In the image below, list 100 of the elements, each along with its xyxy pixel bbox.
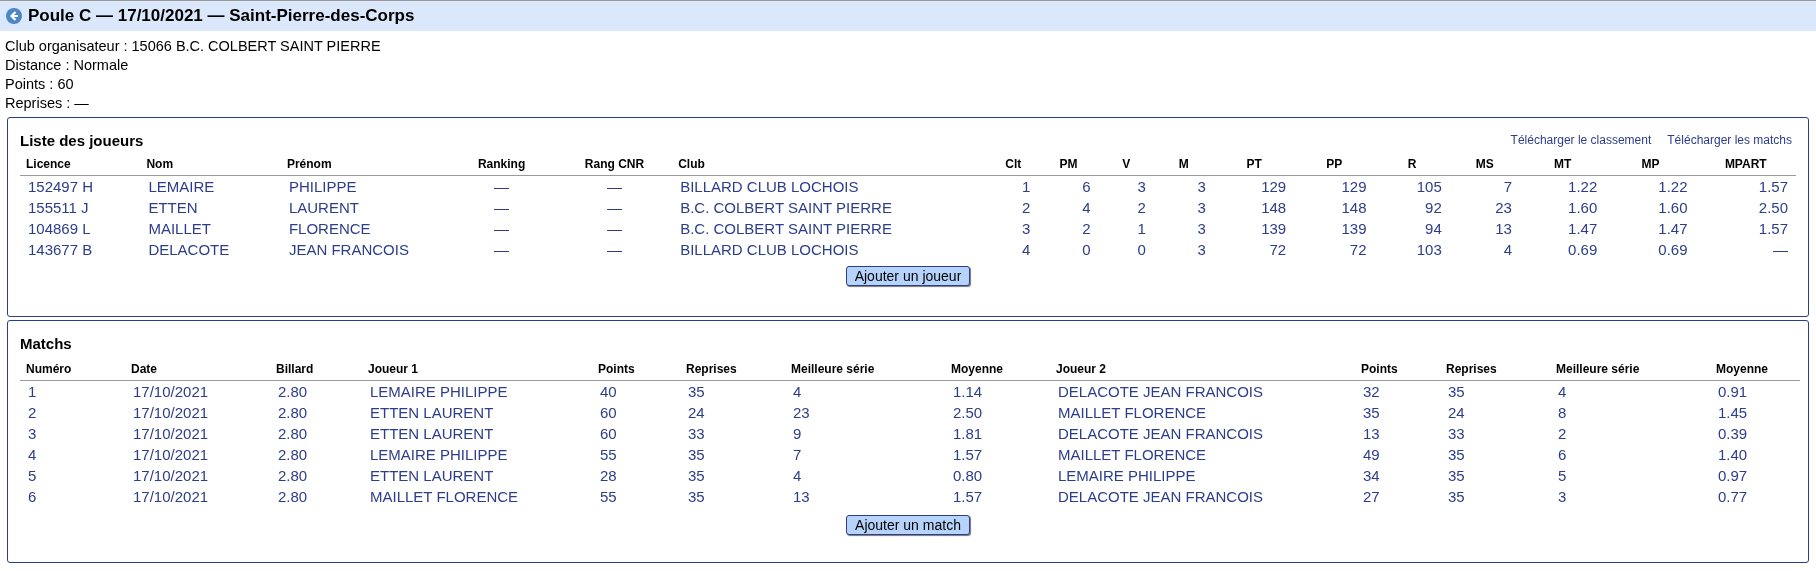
column-header: Points (1355, 359, 1440, 380)
table-cell-text: 2 (1136, 197, 1147, 218)
table-cell-text: 33 (687, 423, 706, 444)
table-cell-text: 2 (1557, 423, 1568, 444)
column-header: Moyenne (945, 359, 1050, 380)
column-header: Clt (988, 154, 1039, 175)
table-cell: 40 (592, 380, 680, 402)
add-button[interactable]: Ajouter un joueur (845, 265, 971, 286)
table-cell-text: 35 (687, 465, 706, 486)
table-cell-text: ETTEN LAURENT (369, 402, 495, 423)
column-header: PT (1213, 154, 1295, 175)
column-header: PP (1294, 154, 1375, 175)
column-header: Reprises (1440, 359, 1550, 380)
table-cell-text: 4 (1021, 239, 1032, 260)
table-cell-text: 1.57 (952, 444, 984, 465)
table-cell-text: 155511 J (27, 197, 90, 218)
table-cell: 129 (1294, 175, 1375, 197)
table-cell: 0.91 (1710, 380, 1800, 402)
table-cell-text: 60 (599, 423, 618, 444)
column-header: PM (1038, 154, 1099, 175)
table-cell-text: 5 (27, 465, 38, 486)
column-header: Nom (140, 154, 281, 175)
table-cell-text: 72 (1268, 239, 1288, 260)
table-cell-text: 33 (1447, 423, 1466, 444)
table-cell-text: 1.45 (1717, 402, 1749, 423)
table-cell-text: 9 (792, 423, 803, 444)
column-header: MP (1605, 154, 1696, 175)
table-cell-text: 143677 B (27, 239, 94, 260)
table-cell: 129 (1213, 175, 1295, 197)
table-cell-text: 4 (1502, 239, 1513, 260)
table-cell-text: — (493, 239, 511, 260)
table-cell-text: 1.40 (1717, 444, 1749, 465)
table-cell-text: 55 (599, 444, 618, 465)
add-button[interactable]: Ajouter un match (846, 514, 970, 535)
table-cell-text: 8 (1557, 402, 1568, 423)
column-header: Meilleure série (785, 359, 945, 380)
column-header: Club (672, 154, 989, 175)
table-cell-text: 2.80 (277, 486, 309, 507)
table-cell: 1.14 (945, 380, 1050, 402)
download-link[interactable]: Télécharger le classement (1510, 130, 1652, 149)
table-cell-text: 148 (1340, 197, 1368, 218)
table-cell-text: ETTEN LAURENT (369, 423, 495, 444)
column-header: Prénom (280, 154, 447, 175)
table-cell-text: 2.50 (1757, 197, 1789, 218)
table-cell: 4 (1550, 380, 1710, 402)
column-header: M (1153, 154, 1214, 175)
table-cell-text: 0.69 (1567, 239, 1599, 260)
table-cell-text: 4 (27, 444, 38, 465)
column-header: MT (1519, 154, 1606, 175)
column-header: MS (1449, 154, 1520, 175)
table-cell-text: DELACOTE JEAN FRANCOIS (1057, 486, 1265, 507)
table-cell-text: BILLARD CLUB LOCHOIS (679, 239, 860, 260)
column-header: Numéro (20, 359, 125, 380)
table-cell-text: 1.57 (952, 486, 984, 507)
table-cell-text: 35 (1362, 402, 1381, 423)
table-cell-text: DELACOTE (147, 239, 231, 260)
table-cell-text: 0.97 (1717, 465, 1749, 486)
table-cell-text: 1.47 (1567, 218, 1599, 239)
back-arrow-icon[interactable] (6, 8, 22, 24)
table-cell: 4 (785, 380, 945, 402)
table-cell: 3 (1098, 175, 1154, 197)
table-cell-text: 1.81 (952, 423, 984, 444)
download-link[interactable]: Télécharger les matchs (1667, 130, 1792, 149)
table-cell-text: 35 (1447, 486, 1466, 507)
column-header: Ranking (446, 154, 557, 175)
table-cell: LEMAIRE (140, 175, 281, 197)
table-cell-text: 0.77 (1717, 486, 1749, 507)
table-cell: 2.80 (270, 380, 362, 402)
table-cell-text: — (605, 218, 623, 239)
table-cell-text: LAURENT (287, 197, 360, 218)
table-cell-text: DELACOTE JEAN FRANCOIS (1057, 423, 1265, 444)
table-cell-text: 72 (1348, 239, 1368, 260)
table-cell-text: 3 (1557, 486, 1568, 507)
table-cell-text: 13 (1494, 218, 1513, 239)
info-line: Points : 60 (5, 75, 75, 94)
table-cell-text: 3 (1196, 197, 1207, 218)
table-cell: 1 (20, 380, 125, 402)
table-cell-text: 3 (1021, 218, 1032, 239)
column-header: Licence (20, 154, 141, 175)
table-cell-text: 3 (1196, 218, 1207, 239)
table-cell-text: 13 (1362, 423, 1381, 444)
table-cell-text: 2.80 (277, 402, 309, 423)
table-cell: 1.22 (1605, 175, 1696, 197)
column-header: Reprises (680, 359, 785, 380)
table-cell-text: LEMAIRE PHILIPPE (1057, 465, 1197, 486)
table-cell-text: 17/10/2021 (132, 444, 210, 465)
table-cell: BILLARD CLUB LOCHOIS (672, 175, 989, 197)
table-cell-text: 103 (1415, 239, 1443, 260)
table-cell-text: 2.80 (277, 444, 309, 465)
table-cell-text: 24 (687, 402, 706, 423)
table-cell-text: 13 (792, 486, 811, 507)
table-cell-text: 4 (792, 465, 803, 486)
table-cell-text: 34 (1362, 465, 1381, 486)
table-cell-text: 49 (1362, 444, 1381, 465)
table-cell-text: LEMAIRE PHILIPPE (369, 444, 509, 465)
table-cell-text: B.C. COLBERT SAINT PIERRE (679, 218, 893, 239)
table-cell-text: 4 (1081, 197, 1092, 218)
table-cell-text: 0.39 (1717, 423, 1749, 444)
column-header: Joueur 2 (1050, 359, 1355, 380)
column-header: V (1098, 154, 1154, 175)
